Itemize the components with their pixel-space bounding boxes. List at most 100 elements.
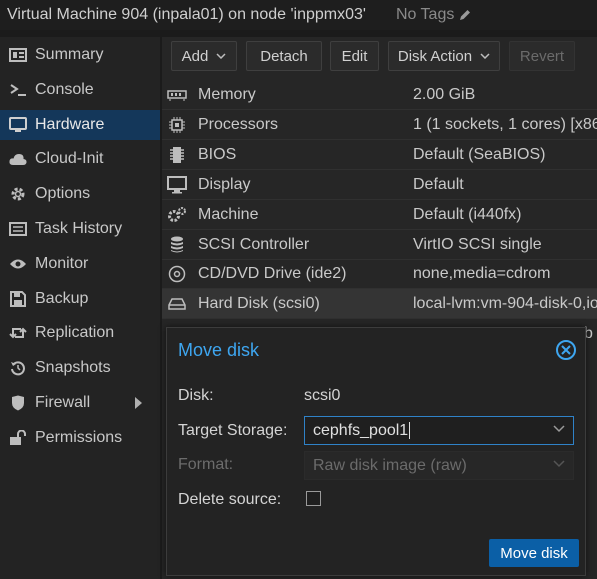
sidebar-item-summary[interactable]: Summary	[0, 40, 160, 70]
database-icon	[166, 235, 188, 255]
edit-button-label: Edit	[341, 47, 368, 65]
format-value: Raw disk image (raw)	[313, 456, 467, 474]
sidebar-item-label: Console	[35, 81, 94, 98]
row-name: SCSI Controller	[198, 235, 310, 253]
chevron-down-icon	[216, 53, 226, 59]
chevron-down-icon[interactable]	[553, 425, 565, 433]
sidebar-item-monitor[interactable]: Monitor	[0, 249, 160, 279]
sidebar-item-options[interactable]: Options	[0, 179, 160, 209]
row-name: Processors	[198, 115, 279, 133]
add-button[interactable]: Add	[171, 41, 237, 71]
close-icon[interactable]	[556, 340, 576, 360]
sidebar-item-hardware[interactable]: Hardware	[0, 110, 160, 140]
sidebar-item-label: Hardware	[35, 116, 105, 133]
list-icon	[8, 219, 28, 239]
cdrom-icon	[166, 264, 188, 284]
hdd-icon	[166, 294, 188, 314]
sidebar-item-label: Permissions	[35, 429, 123, 446]
row-value: Default (i440fx)	[413, 205, 522, 223]
revert-button[interactable]: Revert	[509, 41, 575, 71]
sidebar-item-backup[interactable]: Backup	[0, 284, 160, 314]
expand-arrow-icon[interactable]	[135, 397, 142, 409]
sidebar-item-permissions[interactable]: Permissions	[0, 423, 160, 453]
sidebar-item-replication[interactable]: Replication	[0, 318, 160, 348]
hardware-row-bios[interactable]: BIOS Default (SeaBIOS)	[162, 140, 597, 170]
delete-source-label: Delete source:	[178, 491, 282, 508]
tags-editor[interactable]: No Tags	[396, 6, 472, 24]
row-name: Hard Disk (scsi0)	[198, 294, 320, 312]
sidebar-item-label: Options	[35, 185, 91, 202]
history-icon	[8, 358, 28, 378]
sidebar: Summary Console Hardware Cloud-Init Opti…	[0, 37, 160, 579]
sidebar-item-cloud-init[interactable]: Cloud-Init	[0, 144, 160, 174]
unlock-icon	[8, 428, 28, 448]
row-value: 2.00 GiB	[413, 85, 476, 103]
row-value: none,media=cdrom	[413, 264, 551, 282]
summary-icon	[8, 45, 28, 65]
sidebar-item-console[interactable]: Console	[0, 75, 160, 105]
row-value: Default	[413, 175, 464, 193]
cpu-icon	[166, 115, 188, 135]
add-button-label: Add	[181, 47, 209, 65]
pencil-icon	[460, 10, 471, 20]
revert-button-label: Revert	[519, 47, 565, 65]
move-disk-dialog: Move disk Disk: scsi0 Target Storage: ce…	[166, 327, 586, 576]
sidebar-item-snapshots[interactable]: Snapshots	[0, 353, 160, 383]
hardware-row-scsi-controller[interactable]: SCSI Controller VirtIO SCSI single	[162, 230, 597, 260]
hardware-row-processors[interactable]: Processors 1 (1 sockets, 1 cores) [x86-6…	[162, 110, 597, 140]
memory-icon	[166, 85, 188, 105]
vm-title: Virtual Machine 904 (inpala01) on node '…	[7, 6, 366, 23]
row-value: local-lvm:vm-904-disk-0,iothread=1	[413, 294, 597, 312]
shield-icon	[8, 393, 28, 413]
sidebar-item-task-history[interactable]: Task History	[0, 214, 160, 244]
desktop-icon	[166, 175, 188, 195]
detach-button[interactable]: Detach	[246, 41, 322, 71]
retweet-icon	[8, 323, 28, 343]
row-name: Display	[198, 175, 251, 193]
format-select[interactable]: Raw disk image (raw)	[304, 451, 574, 480]
row-value: VirtIO SCSI single	[413, 235, 542, 253]
microchip-icon	[166, 145, 188, 165]
edit-button[interactable]: Edit	[330, 41, 379, 71]
hardware-row-machine[interactable]: Machine Default (i440fx)	[162, 200, 597, 230]
row-value: Default (SeaBIOS)	[413, 145, 546, 163]
disk-action-button[interactable]: Disk Action	[388, 41, 500, 71]
disk-action-label: Disk Action	[397, 47, 473, 65]
title-bar: Virtual Machine 904 (inpala01) on node '…	[0, 0, 597, 30]
terminal-icon	[8, 80, 28, 100]
sidebar-item-label: Backup	[35, 290, 89, 307]
hardware-row-memory[interactable]: Memory 2.00 GiB	[162, 80, 597, 110]
move-disk-button-label: Move disk	[500, 544, 568, 562]
row-name: CD/DVD Drive (ide2)	[198, 264, 347, 282]
row-name: BIOS	[198, 145, 237, 163]
eye-icon	[8, 254, 28, 274]
row-name: Memory	[198, 85, 256, 103]
hardware-row-display[interactable]: Display Default	[162, 170, 597, 200]
sidebar-item-label: Replication	[35, 324, 115, 341]
toolbar: Add Detach Edit Disk Action Revert	[162, 37, 597, 77]
move-disk-button[interactable]: Move disk	[489, 539, 579, 567]
target-storage-label: Target Storage:	[178, 422, 288, 439]
sidebar-item-label: Monitor	[35, 255, 89, 272]
tags-label: No Tags	[395, 6, 455, 23]
sidebar-item-label: Firewall	[35, 394, 91, 411]
cloud-icon	[8, 149, 28, 169]
hardware-row-hard-disk[interactable]: Hard Disk (scsi0) local-lvm:vm-904-disk-…	[162, 289, 597, 319]
target-storage-select[interactable]: cephfs_pool1	[304, 416, 574, 445]
row-name: Machine	[198, 205, 259, 223]
delete-source-checkbox[interactable]	[306, 491, 321, 506]
sidebar-item-label: Task History	[35, 220, 123, 237]
row-value: 1 (1 sockets, 1 cores) [x86-64-v2-AES]	[413, 115, 597, 133]
hardware-row-cdrom[interactable]: CD/DVD Drive (ide2) none,media=cdrom	[162, 259, 597, 289]
disk-value: scsi0	[304, 387, 341, 404]
disk-label: Disk:	[178, 387, 214, 404]
target-storage-value: cephfs_pool1	[313, 421, 409, 439]
dialog-title: Move disk	[178, 340, 260, 360]
sidebar-item-label: Summary	[35, 46, 104, 63]
gear-icon	[8, 184, 28, 204]
sidebar-item-label: Snapshots	[35, 359, 111, 376]
sidebar-item-firewall[interactable]: Firewall	[0, 388, 160, 418]
floppy-icon	[8, 289, 28, 309]
chevron-down-icon	[480, 53, 490, 59]
sidebar-item-label: Cloud-Init	[35, 150, 104, 167]
